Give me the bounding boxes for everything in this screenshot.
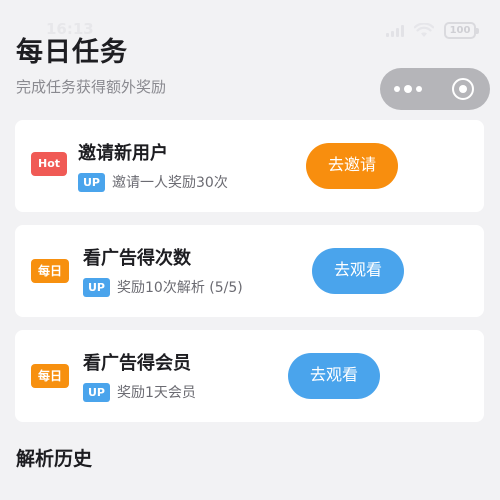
up-badge: UP — [83, 277, 110, 297]
more-icon[interactable] — [380, 68, 435, 110]
task-description: 奖励1天会员 — [117, 385, 196, 401]
close-icon[interactable] — [435, 68, 490, 110]
page-subtitle: 完成任务获得额外奖励 — [16, 78, 167, 96]
task-title: 看广告得会员 — [83, 353, 191, 374]
invite-button[interactable]: 去邀请 — [306, 143, 398, 189]
task-card-invite: Hot 邀请新用户 UP 邀请一人奖励30次 去邀请 — [15, 120, 484, 212]
task-description: 邀请一人奖励30次 — [112, 175, 228, 191]
task-description: 奖励10次解析 (5/5) — [117, 280, 243, 296]
hot-tag: Hot — [31, 152, 68, 176]
task-card-ad-member: 每日 看广告得会员 UP 奖励1天会员 去观看 — [15, 330, 484, 422]
task-title: 邀请新用户 — [78, 143, 168, 164]
up-badge: UP — [78, 172, 105, 192]
wifi-icon — [414, 23, 434, 38]
task-title: 看广告得次数 — [83, 248, 191, 269]
watch-ad-button[interactable]: 去观看 — [312, 248, 404, 294]
task-description-row: UP 邀请一人奖励30次 — [78, 172, 228, 192]
signal-icon — [386, 24, 404, 37]
task-description-row: UP 奖励10次解析 (5/5) — [83, 277, 243, 297]
watch-ad-button[interactable]: 去观看 — [288, 353, 380, 399]
mini-program-capsule — [380, 68, 490, 110]
up-badge: UP — [83, 382, 110, 402]
task-card-ad-parse: 每日 看广告得次数 UP 奖励10次解析 (5/5) 去观看 — [15, 225, 484, 317]
parse-history-title: 解析历史 — [16, 448, 93, 470]
battery-icon: 100 — [444, 22, 479, 39]
daily-tag: 每日 — [31, 259, 70, 283]
task-description-row: UP 奖励1天会员 — [83, 382, 196, 402]
page-title: 每日任务 — [16, 37, 128, 68]
daily-tag: 每日 — [31, 364, 70, 388]
status-bar-right: 100 — [386, 22, 479, 39]
daily-tasks-page: 16:13 100 每日任务 完成任务获得额外奖励 Hot 邀请新用户 UP 邀… — [0, 0, 500, 500]
